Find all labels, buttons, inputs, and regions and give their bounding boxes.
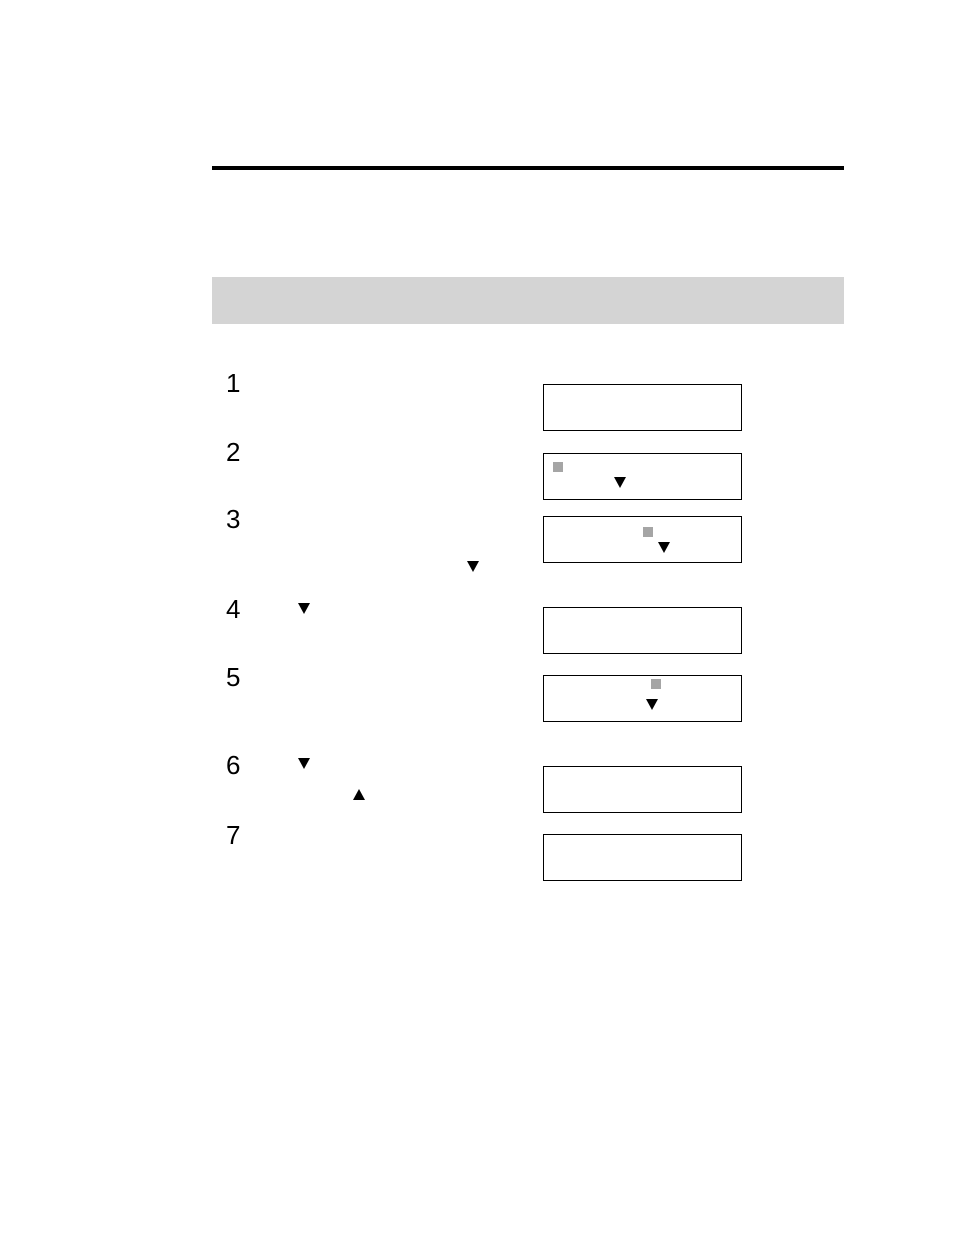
marker-square xyxy=(553,462,563,472)
step-number-3: 3 xyxy=(226,504,240,535)
header-rule xyxy=(212,166,844,170)
step-number-5: 5 xyxy=(226,662,240,693)
display-box-2 xyxy=(543,453,742,500)
display-box-6 xyxy=(543,766,742,813)
display-box-7 xyxy=(543,834,742,881)
display-box-1 xyxy=(543,384,742,431)
chevron-down-icon xyxy=(658,542,670,553)
display-box-4 xyxy=(543,607,742,654)
marker-square xyxy=(643,527,653,537)
chevron-down-icon xyxy=(467,561,479,572)
document-page: 1 2 3 4 5 6 7 xyxy=(0,0,954,1235)
chevron-down-icon xyxy=(298,603,310,614)
section-bar xyxy=(212,277,844,324)
chevron-up-icon xyxy=(353,789,365,800)
chevron-down-icon xyxy=(646,699,658,710)
step-number-1: 1 xyxy=(226,368,240,399)
step-number-7: 7 xyxy=(226,820,240,851)
step-number-4: 4 xyxy=(226,594,240,625)
step-number-6: 6 xyxy=(226,750,240,781)
step-number-2: 2 xyxy=(226,437,240,468)
chevron-down-icon xyxy=(614,477,626,488)
marker-square xyxy=(651,679,661,689)
display-box-5 xyxy=(543,675,742,722)
chevron-down-icon xyxy=(298,758,310,769)
display-box-3 xyxy=(543,516,742,563)
